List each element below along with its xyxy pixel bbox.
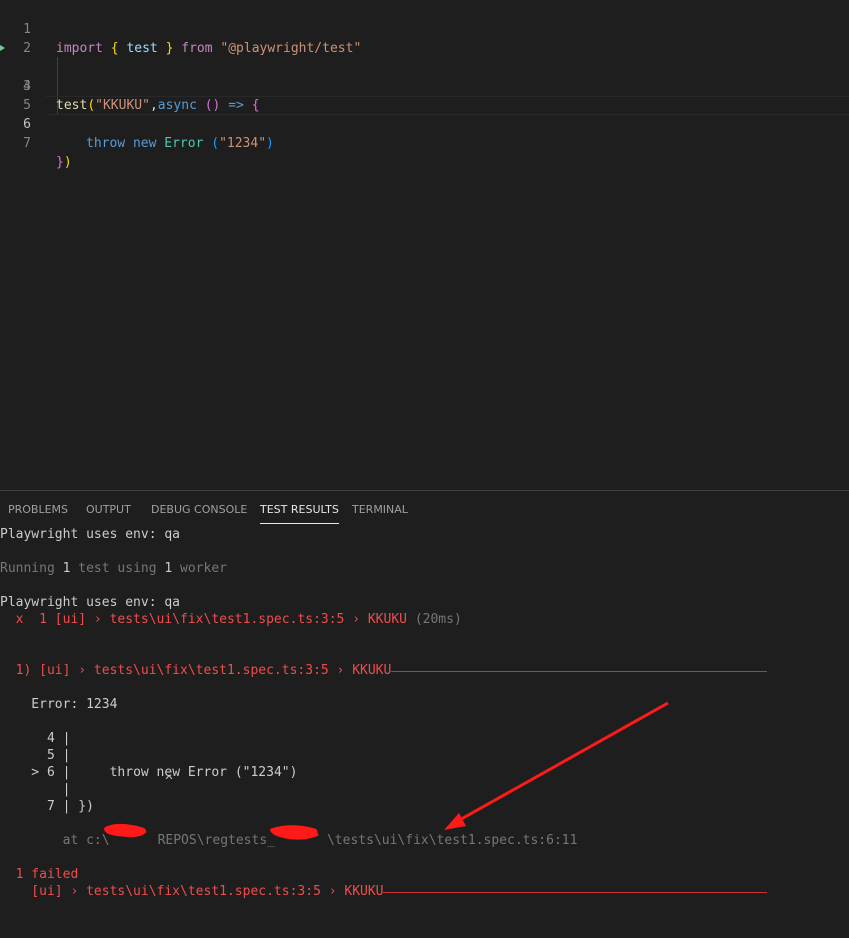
line-number: 7 <box>23 136 31 151</box>
code-line-4[interactable]: 4 <box>0 58 849 94</box>
code-line-7[interactable]: 7 }) <box>0 115 849 170</box>
code-line-5[interactable]: 5 <box>0 77 849 113</box>
error-message-string: "1234" <box>219 136 267 151</box>
keyword-new: new <box>132 136 157 151</box>
run-test-icon[interactable] <box>0 45 5 51</box>
code-line-3[interactable]: 3 test("KKUKU",async () => { <box>0 39 849 113</box>
annotation-overlay <box>104 701 669 840</box>
class-error: Error <box>164 136 204 151</box>
code-line-2[interactable]: 2 <box>0 20 849 56</box>
annotation-arrow-head <box>444 813 466 830</box>
annotation-arrow-shaft <box>455 701 669 824</box>
bottom-panel: PROBLEMS OUTPUT DEBUG CONSOLE TEST RESUL… <box>0 490 849 938</box>
code-line-6[interactable]: 6 throw new Error ("1234") <box>0 96 849 151</box>
code-editor[interactable]: 1 import { test } from "@playwright/test… <box>0 0 849 490</box>
code-line-1[interactable]: 1 import { test } from "@playwright/test… <box>0 1 849 56</box>
keyword-throw: throw <box>86 136 126 151</box>
